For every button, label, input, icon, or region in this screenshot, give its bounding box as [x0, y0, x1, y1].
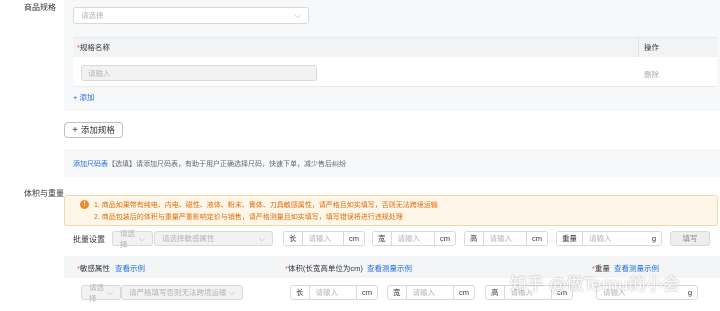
row-length-placeholder: 请输入 — [315, 288, 339, 297]
spec-col-action-header: 操作 — [644, 43, 659, 52]
add-spec-button[interactable]: + 添加规格 — [64, 122, 123, 138]
batch-weight-input[interactable]: 重量 请输入 g — [556, 231, 662, 246]
weight-prefix: 重量 — [557, 232, 583, 245]
chevron-down-icon: ⌵ — [258, 233, 265, 243]
warning-line-1: 1. 商品如果带有纯电、内电、磁性、液体、粉末、膏体、刀具敏感属性，请严格且如实… — [94, 202, 438, 209]
height-prefix: 高 — [465, 232, 484, 245]
batch-sensitive-select-value: 请选择敏感属性 — [162, 234, 215, 243]
batch-label: 批量设置 — [73, 235, 105, 244]
spec-col-name-header: *规格名称 — [77, 42, 110, 53]
spec-section-label: 商品规格 — [24, 3, 56, 12]
row-select-1-value: 请选择 — [89, 282, 104, 303]
row-select-1[interactable]: 请选择 ⌵ — [81, 283, 121, 303]
width-prefix: 宽 — [373, 232, 392, 245]
spec-col-name-label: 规格名称 — [79, 43, 110, 52]
batch-width-input[interactable]: 宽 请输入 cm — [372, 231, 456, 246]
height-placeholder: 请输入 — [489, 234, 513, 243]
weight-placeholder: 请输入 — [589, 234, 612, 243]
row-width-prefix: 宽 — [388, 286, 407, 299]
dims-header: *体积(长宽高单位为cm) 查看测量示例 — [285, 263, 412, 274]
width-unit: cm — [434, 232, 455, 245]
warning-icon: ! — [80, 200, 89, 209]
width-placeholder: 请输入 — [397, 234, 421, 243]
batch-fill-button[interactable]: 填写 — [670, 231, 710, 246]
size-chart-hint: 【选填】请添加尺码表，有助于用户正确选择尺码，快速下单，减少售后纠纷 — [108, 161, 346, 168]
spec-name-input-placeholder: 请输入 — [88, 68, 111, 78]
batch-sensitive-select[interactable]: 请选择敏感属性 ⌵ — [154, 231, 273, 246]
dims-header-label: 体积(长宽高单位为cm) — [287, 264, 363, 273]
sensitive-example-link[interactable]: 查看示例 — [115, 264, 145, 273]
volume-section-label: 体积与重量 — [24, 189, 64, 198]
spec-name-input[interactable]: 请输入 — [81, 65, 317, 81]
spec-type-select-value: 请选择 — [81, 11, 104, 20]
row-width-placeholder: 请输入 — [412, 288, 436, 297]
weight-unit: g — [651, 234, 656, 243]
watermark-text: 知乎 @做Temu的小会 — [510, 275, 680, 295]
add-size-chart-link[interactable]: 添加尺码表 — [73, 161, 108, 168]
length-unit: cm — [343, 232, 364, 245]
batch-length-input[interactable]: 长 请输入 cm — [283, 231, 365, 246]
chevron-down-icon: ⌵ — [294, 10, 301, 20]
row-sensitive-select-value: 请严格填写否则无法跨境运输 — [129, 288, 227, 297]
size-chart-row: 添加尺码表【选填】请添加尺码表，有助于用户正确选择尺码，快速下单，减少售后纠纷 — [73, 159, 346, 169]
spec-type-select[interactable]: 请选择 ⌵ — [73, 7, 309, 24]
dims-example-link[interactable]: 查看测量示例 — [367, 264, 412, 273]
batch-height-input[interactable]: 高 请输入 cm — [464, 231, 548, 246]
spec-delete-link[interactable]: 删除 — [644, 69, 659, 80]
warning-line-2: 2. 商品包装后的体积与重量严重影响定价与销售，请严格测量且如实填写，填写错误将… — [94, 214, 403, 221]
add-spec-value-link[interactable]: + 添加 — [73, 92, 94, 103]
spec-table-header — [73, 37, 717, 57]
length-prefix: 长 — [284, 232, 303, 245]
column-divider — [638, 37, 639, 57]
height-unit: cm — [526, 232, 547, 245]
sensitive-header-label: 敏感属性 — [79, 264, 110, 273]
row-length-unit: cm — [356, 286, 377, 299]
batch-select-1-value: 请选择 — [120, 228, 135, 249]
row-length-input[interactable]: 长 请输入 cm — [290, 285, 378, 300]
row-sensitive-select[interactable]: 请严格填写否则无法跨境运输 ⌵ — [121, 285, 243, 300]
batch-select-1[interactable]: 请选择 ⌵ — [112, 229, 153, 249]
length-placeholder: 请输入 — [308, 234, 332, 243]
plus-icon: + — [72, 124, 78, 136]
chevron-down-icon: ⌵ — [228, 287, 235, 297]
row-weight-unit: g — [687, 288, 692, 297]
chevron-down-icon: ⌵ — [106, 287, 113, 297]
row-height-prefix: 高 — [486, 286, 505, 299]
row-width-unit: cm — [453, 286, 474, 299]
row-length-prefix: 长 — [291, 286, 310, 299]
chevron-down-icon: ⌵ — [138, 233, 145, 243]
sensitive-header: *敏感属性 查看示例 — [77, 263, 145, 274]
row-width-input[interactable]: 宽 请输入 cm — [387, 285, 475, 300]
add-spec-button-label: 添加规格 — [80, 125, 115, 135]
